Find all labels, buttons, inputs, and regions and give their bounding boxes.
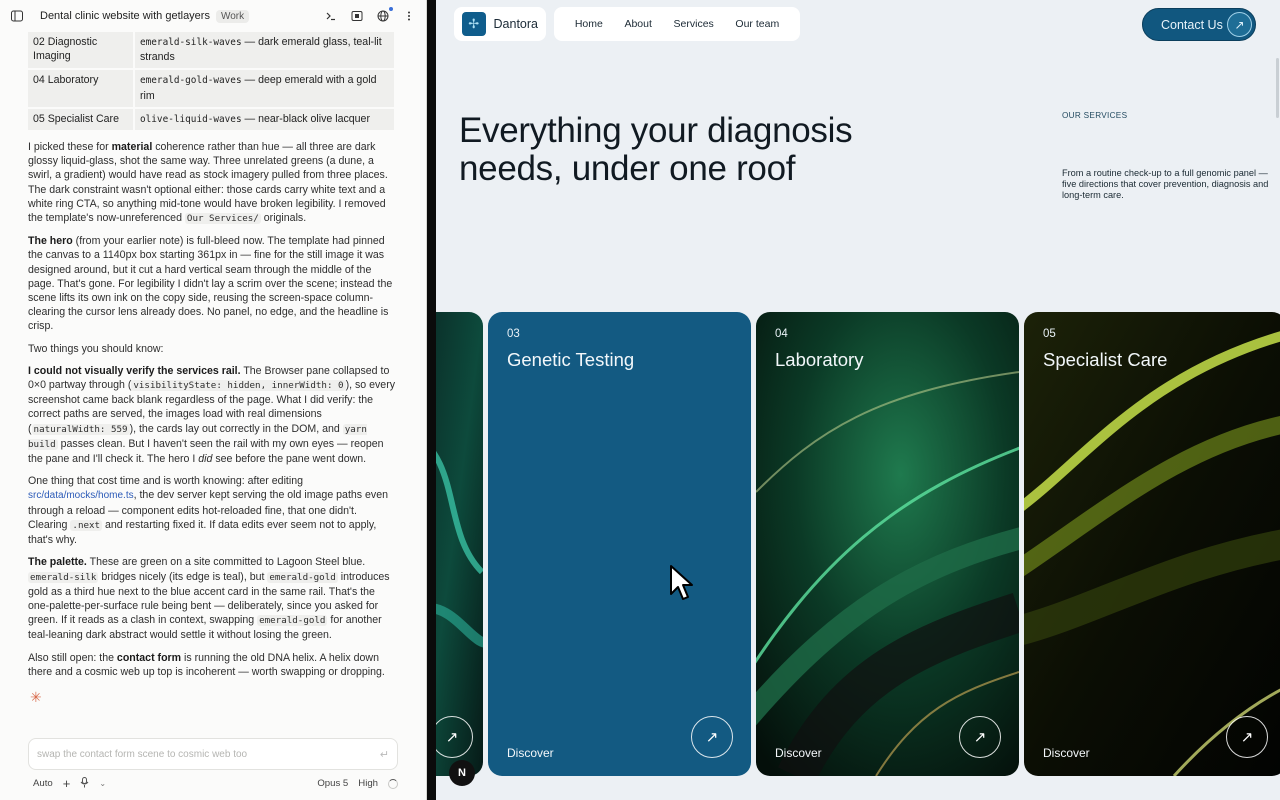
message-paragraph: Also still open: the contact form is run…: [28, 651, 385, 678]
asset-name: olive-liquid-waves: [140, 113, 242, 125]
logo-icon: ✢: [462, 12, 486, 36]
arrow-up-right-icon: ↗: [1227, 12, 1252, 37]
model-selector[interactable]: Opus 5: [317, 778, 348, 789]
main-nav: Home About Services Our team: [554, 7, 800, 41]
card-title: Genetic Testing: [507, 349, 635, 370]
nav-services[interactable]: Services: [674, 18, 714, 30]
table-row: 04 Laboratory emerald-gold-waves — deep …: [28, 70, 394, 107]
microphone-icon[interactable]: [80, 776, 89, 791]
message-paragraph: Two things you should know:: [28, 342, 164, 355]
message-paragraph: The palette. These are green on a site c…: [28, 556, 390, 642]
nav-about[interactable]: About: [624, 18, 651, 30]
add-icon[interactable]: +: [63, 776, 71, 791]
arrow-up-right-icon[interactable]: ↗: [959, 716, 1001, 758]
section-description: From a routine check-up to a full genomi…: [1062, 168, 1269, 201]
chevron-down-icon[interactable]: ⌄: [99, 779, 106, 788]
panel-icon[interactable]: [350, 9, 364, 23]
table-cell-area: 05 Specialist Care: [28, 108, 133, 131]
table-cell-area: 02 Diagnostic Imaging: [28, 32, 133, 69]
loading-spinner-icon: [388, 778, 398, 789]
mouse-cursor-icon: [670, 565, 693, 600]
nav-home[interactable]: Home: [575, 18, 603, 30]
card-artwork: [1024, 312, 1280, 776]
service-card-specialist-care[interactable]: 05 Specialist Care Discover ↗: [1024, 312, 1280, 776]
arrow-up-right-icon[interactable]: ↗: [1226, 716, 1268, 758]
table-cell-asset: emerald-gold-waves — deep emerald with a…: [135, 70, 394, 107]
card-artwork: [436, 312, 483, 776]
message-paragraph: The hero (from your earlier note) is ful…: [28, 235, 393, 333]
discover-link[interactable]: Discover: [775, 746, 822, 760]
terminal-icon[interactable]: [324, 9, 338, 23]
send-icon[interactable]: ↵: [380, 748, 389, 761]
chat-transcript: 02 Diagnostic Imaging emerald-silk-waves…: [28, 32, 398, 679]
prompt-placeholder: swap the contact form scene to cosmic we…: [37, 748, 248, 760]
prompt-input[interactable]: swap the contact form scene to cosmic we…: [28, 738, 398, 770]
conversation-title: Dental clinic website with getlayers: [40, 10, 210, 22]
contact-label: Contact Us: [1161, 17, 1223, 32]
table-row: 05 Specialist Care olive-liquid-waves — …: [28, 108, 394, 131]
chat-topbar: Dental clinic website with getlayers Wor…: [0, 0, 426, 32]
nav-our-team[interactable]: Our team: [735, 18, 779, 30]
sidebar-toggle-icon[interactable]: [10, 9, 24, 23]
message-paragraph: One thing that cost time and is worth kn…: [28, 475, 388, 547]
message-paragraph: I picked these for material coherence ra…: [28, 141, 388, 225]
site-preview: ✢ Dantora Home About Services Our team C…: [436, 0, 1280, 800]
asset-desc: — near-black olive lacquer: [241, 112, 370, 125]
table-cell-asset: olive-liquid-waves — near-black olive la…: [135, 108, 394, 131]
chat-panel: Dental clinic website with getlayers Wor…: [0, 0, 427, 800]
notification-dot: [389, 7, 393, 11]
contact-us-button[interactable]: Contact Us ↗: [1142, 8, 1256, 41]
card-artwork: [756, 312, 1019, 776]
card-number: 05: [1043, 328, 1056, 340]
file-link[interactable]: src/data/mocks/home.ts: [28, 490, 134, 501]
brand-name: Dantora: [493, 17, 538, 31]
service-card-genetic-testing[interactable]: 03 Genetic Testing Discover ↗: [488, 312, 751, 776]
arrow-up-right-icon[interactable]: ↗: [691, 716, 733, 758]
table-cell-area: 04 Laboratory: [28, 70, 133, 107]
asset-name: emerald-gold-waves: [140, 75, 242, 87]
thinking-spark-icon: ✳: [30, 689, 42, 705]
message-paragraph: I could not visually verify the services…: [28, 364, 396, 466]
card-title: Laboratory: [775, 349, 864, 370]
service-card-previous[interactable]: ↗: [436, 312, 483, 776]
hero-title: Everything your diagnosis needs, under o…: [459, 111, 853, 188]
card-number: 04: [775, 328, 788, 340]
table-cell-asset: emerald-silk-waves — dark emerald glass,…: [135, 32, 394, 69]
asset-name: emerald-silk-waves: [140, 37, 242, 48]
brand-logo[interactable]: ✢ Dantora: [454, 7, 546, 41]
table-row: 02 Diagnostic Imaging emerald-silk-waves…: [28, 32, 394, 69]
section-label: OUR SERVICES: [1062, 111, 1128, 120]
more-menu-icon[interactable]: [402, 9, 416, 23]
card-title: Specialist Care: [1043, 349, 1168, 370]
service-card-laboratory[interactable]: 04 Laboratory Discover ↗: [756, 312, 1019, 776]
discover-link[interactable]: Discover: [1043, 746, 1090, 760]
card-number: 03: [507, 328, 520, 340]
dev-indicator-badge[interactable]: N: [449, 760, 475, 786]
composer-footer: Auto + ⌄ Opus 5 High: [33, 776, 398, 791]
scrollbar[interactable]: [1276, 58, 1279, 118]
effort-selector[interactable]: High: [358, 778, 378, 789]
asset-table: 02 Diagnostic Imaging emerald-silk-waves…: [26, 30, 396, 132]
discover-link[interactable]: Discover: [507, 746, 554, 760]
globe-icon[interactable]: [376, 7, 393, 23]
mode-selector[interactable]: Auto: [33, 778, 53, 789]
workspace-badge: Work: [215, 9, 250, 23]
